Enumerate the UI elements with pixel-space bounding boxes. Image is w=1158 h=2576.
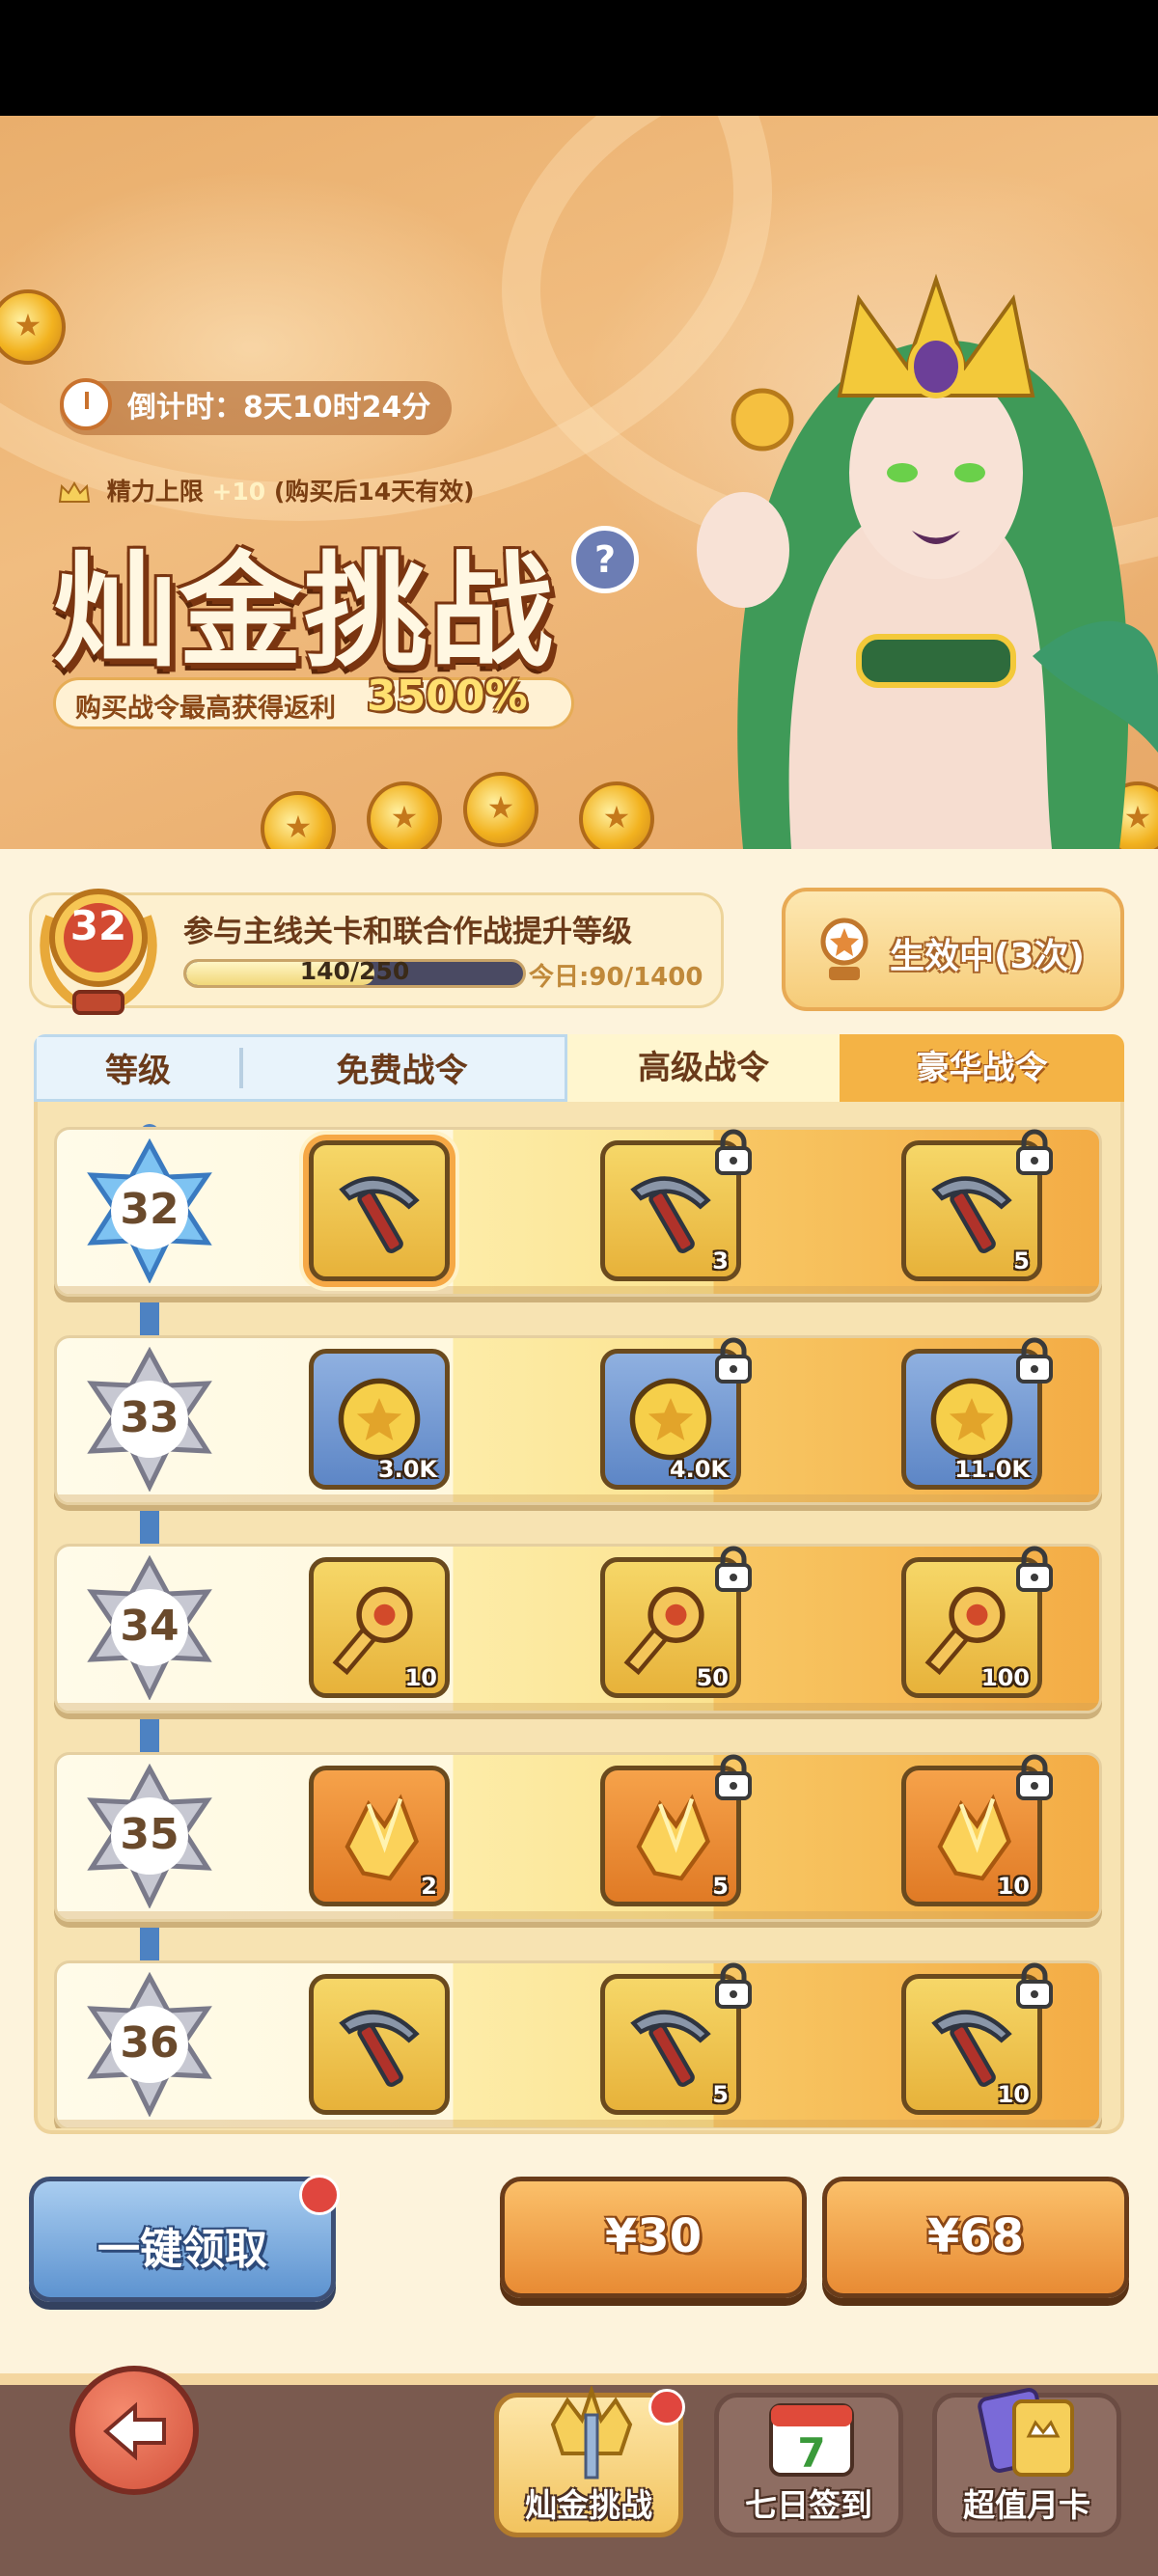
row-level-number: 36 [120, 2018, 179, 2068]
row-shadow [57, 1286, 1099, 1294]
lock-icon [715, 1962, 752, 2009]
monthly-card-icon [978, 2388, 1074, 2477]
lock-icon [1016, 1337, 1053, 1384]
calendar-icon: 7 [769, 2403, 854, 2477]
pickaxe-icon [630, 1176, 711, 1254]
lock-icon [715, 1754, 752, 1800]
crystal-icon [636, 1794, 710, 1881]
nav-checkin-label: 七日签到 [745, 2486, 872, 2524]
reward-quantity: 50 [696, 1664, 729, 1691]
lock-icon [715, 1129, 752, 1175]
row-level-number: 35 [120, 1810, 179, 1859]
lock-icon [715, 1546, 752, 1592]
pickaxe-icon [931, 1176, 1012, 1254]
free-reward-item[interactable] [309, 1974, 450, 2115]
pickaxe-icon [339, 2010, 420, 2088]
notification-dot [299, 2175, 340, 2215]
row-level-number: 34 [120, 1602, 179, 1651]
free-reward-item[interactable] [309, 1140, 450, 1281]
reward-quantity: 4.0K [669, 1456, 729, 1483]
free-reward-item[interactable]: 2 [309, 1766, 450, 1906]
reward-quantity: 10 [997, 2081, 1030, 2108]
buy-premium-price: ¥30 [604, 2209, 703, 2263]
pickaxe-icon [339, 1176, 420, 1254]
free-reward-item[interactable]: 10 [309, 1557, 450, 1698]
claim-all-label: 一键领取 [97, 2225, 267, 2274]
reward-quantity: 2 [421, 1873, 437, 1900]
row-shadow [57, 1703, 1099, 1711]
calendar-day: 7 [797, 2429, 825, 2477]
buy-deluxe-price: ¥68 [926, 2209, 1025, 2263]
reward-quantity: 5 [712, 1873, 729, 1900]
free-reward-item[interactable]: 3.0K [309, 1349, 450, 1490]
reward-quantity: 3 [712, 1247, 729, 1274]
row-level-number: 32 [120, 1185, 179, 1234]
reward-quantity: 10 [404, 1664, 437, 1691]
sword-crown-icon [550, 2386, 633, 2480]
row-level-number: 33 [120, 1393, 179, 1442]
row-shadow [57, 2120, 1099, 2127]
nav-monthly-card-label: 超值月卡 [963, 2486, 1090, 2524]
reward-quantity: 11.0K [954, 1456, 1030, 1483]
crystal-icon [345, 1794, 419, 1881]
lock-icon [1016, 1546, 1053, 1592]
reward-quantity: 5 [712, 2081, 729, 2108]
lock-icon [715, 1337, 752, 1384]
reward-quantity: 10 [997, 1873, 1030, 1900]
reward-quantity: 3.0K [377, 1456, 437, 1483]
reward-quantity: 5 [1013, 1247, 1030, 1274]
lock-icon [1016, 1129, 1053, 1175]
reward-rows: 32 3 5 33 3.0K 4.0K 11.0K 34 10 50 100 35 2 5 10 36 5 10 [0, 0, 1158, 2128]
reward-quantity: 100 [980, 1664, 1030, 1691]
back-arrow-icon [102, 2401, 166, 2461]
pickaxe-icon [630, 2010, 711, 2088]
nav-golden-challenge-label: 灿金挑战 [525, 2486, 652, 2524]
row-shadow [57, 1911, 1099, 1919]
lock-icon [1016, 1754, 1053, 1800]
notification-dot [648, 2389, 685, 2425]
lock-icon [1016, 1962, 1053, 2009]
row-shadow [57, 1494, 1099, 1502]
